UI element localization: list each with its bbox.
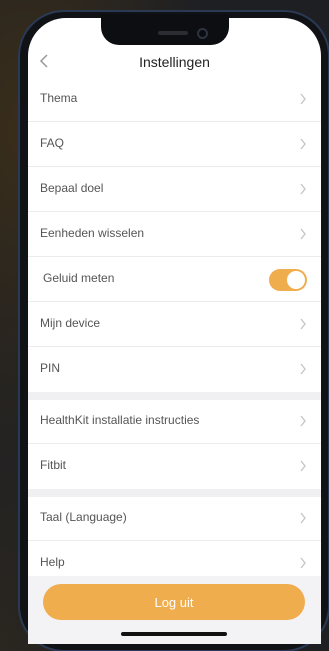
camera-icon [197,28,208,39]
divider [28,443,321,444]
settings-item-label: PIN [40,361,61,375]
settings-item-pin[interactable]: PIN [28,348,321,392]
divider [28,166,321,167]
divider [28,256,321,257]
settings-item-label: HealthKit installatie instructies [40,413,200,427]
settings-item-goal[interactable]: Bepaal doel [28,168,321,212]
chevron-right-icon [300,228,306,240]
settings-item-label: Bepaal doel [40,181,104,195]
sound-measure-toggle[interactable] [269,269,307,291]
chevron-right-icon [300,415,306,427]
settings-item-sound-measure: Geluid meten [28,258,321,302]
divider [28,121,321,122]
chevron-right-icon [300,318,306,330]
divider [28,301,321,302]
chevron-right-icon [300,363,306,375]
chevron-right-icon [300,93,306,105]
chevron-right-icon [300,138,306,150]
section-separator [28,392,321,400]
divider [28,540,321,541]
settings-item-units[interactable]: Eenheden wisselen [28,213,321,257]
logout-button[interactable]: Log uit [43,584,305,620]
settings-item-label: Mijn device [40,316,101,330]
chevron-right-icon [300,460,306,472]
home-indicator [121,632,227,636]
bottom-action-area: Log uit [28,576,321,644]
settings-item-label: Eenheden wisselen [40,226,145,240]
toggle-knob [287,271,305,289]
section-separator [28,489,321,497]
settings-item-label: Help [40,555,65,569]
settings-item-fitbit[interactable]: Fitbit [28,445,321,489]
chevron-right-icon [300,557,306,569]
settings-item-faq[interactable]: FAQ [28,123,321,167]
settings-item-label: Geluid meten [43,271,115,285]
settings-item-label: Taal (Language) [40,510,127,524]
settings-item-theme[interactable]: Thema [28,78,321,122]
divider [28,211,321,212]
settings-item-label: Thema [40,91,78,105]
phone-notch [101,14,229,45]
divider [28,346,321,347]
settings-item-healthkit[interactable]: HealthKit installatie instructies [28,400,321,444]
chevron-right-icon [300,512,306,524]
settings-item-label: FAQ [40,136,65,150]
settings-item-language[interactable]: Taal (Language) [28,497,321,541]
speaker-icon [158,31,188,35]
settings-item-label: Fitbit [40,458,67,472]
chevron-right-icon [300,183,306,195]
settings-item-my-device[interactable]: Mijn device [28,303,321,347]
page-title: Instellingen [139,54,210,70]
